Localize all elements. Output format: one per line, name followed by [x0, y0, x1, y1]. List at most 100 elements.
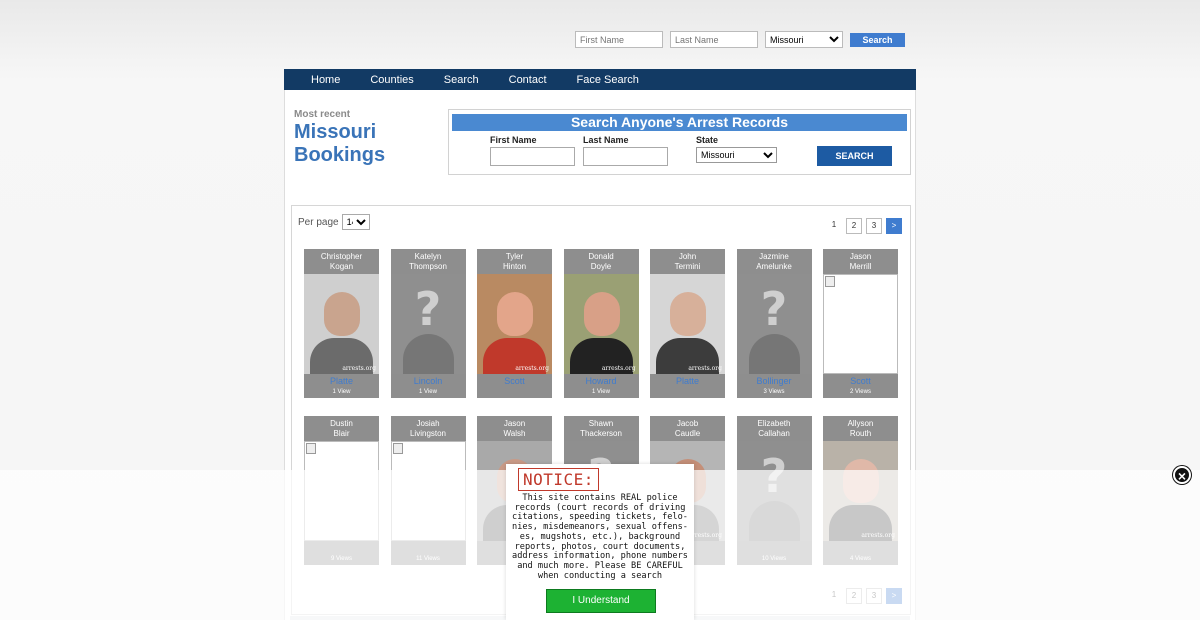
view-count: 1 View [419, 389, 437, 395]
card-name[interactable]: Allyson Routh [823, 416, 898, 441]
broken-image-icon [825, 276, 835, 287]
watermark: arrests.org [515, 365, 549, 372]
page-title: Missouri Bookings [294, 121, 386, 166]
page-1[interactable]: 1 [826, 218, 842, 234]
first-name: Jason [503, 419, 526, 428]
card-name[interactable]: Jacob Caudle [650, 416, 725, 441]
last-name: Walsh [503, 428, 526, 438]
notice-dialog: NOTICE: This site contains REAL police r… [506, 464, 694, 620]
page-2[interactable]: 2 [846, 218, 862, 234]
broken-image[interactable] [823, 274, 898, 374]
watermark: arrests.org [601, 365, 636, 372]
booking-card[interactable]: Christopher Kogan arrests.org Platte 1 View [304, 249, 379, 398]
first-name: Jazmine [759, 252, 789, 261]
county-link[interactable]: Platte [650, 374, 725, 388]
top-last-name-input[interactable] [670, 31, 758, 48]
view-count: 1 View [332, 389, 351, 395]
first-name-input[interactable] [490, 147, 575, 166]
card-name[interactable]: Elizabeth Callahan [737, 416, 812, 441]
card-name[interactable]: Jason Merrill [823, 249, 898, 274]
county-link[interactable]: Lincoln [391, 374, 466, 388]
card-name[interactable]: John Termini [650, 249, 725, 274]
last-name: Merrill [849, 261, 872, 271]
mugshot-head [324, 292, 360, 336]
question-mark-icon: ? [760, 282, 788, 336]
booking-card[interactable]: Katelyn Thompson? Lincoln 1 View [390, 249, 466, 398]
page-next[interactable]: > [886, 218, 902, 234]
last-name: Termini [674, 261, 701, 271]
county-link[interactable]: Howard [564, 374, 639, 388]
county-link[interactable]: Bollinger [737, 374, 812, 388]
first-name: Josiah [416, 419, 440, 428]
card-name[interactable]: Christopher Kogan [304, 249, 379, 274]
card-name[interactable]: Tyler Hinton [477, 249, 552, 274]
nav-home[interactable]: Home [311, 74, 340, 86]
close-icon[interactable]: × [1173, 466, 1191, 484]
nav-counties[interactable]: Counties [370, 74, 413, 86]
silhouette-icon [748, 334, 800, 374]
top-state-select[interactable]: Missouri [765, 31, 843, 48]
mugshot-photo[interactable]: arrests.org [477, 274, 552, 374]
first-name: Allyson [847, 419, 874, 428]
card-name[interactable]: Donald Doyle [564, 249, 639, 274]
search-form-heading: Search Anyone's Arrest Records [452, 114, 907, 131]
watermark: arrests.org [342, 365, 376, 372]
mugshot-photo[interactable]: arrests.org [563, 274, 639, 374]
first-name: Dustin [330, 419, 353, 428]
last-name: Blair [333, 428, 350, 438]
first-name: Jason [849, 252, 872, 261]
broken-image-icon [306, 443, 316, 454]
card-name[interactable]: Josiah Livingston [391, 416, 466, 441]
last-name: Thackerson [580, 428, 622, 438]
booking-card[interactable]: Jazmine Amelunke? Bollinger 3 Views [736, 249, 812, 398]
nav-contact[interactable]: Contact [509, 74, 547, 86]
county-link[interactable]: Scott [823, 374, 898, 388]
booking-card[interactable]: Donald Doyle arrests.org Howard 1 View [563, 249, 639, 398]
view-count: 1 View [592, 389, 610, 395]
mugshot-photo[interactable]: arrests.org [650, 274, 725, 374]
top-search-button[interactable]: Search [850, 32, 905, 47]
nav-search[interactable]: Search [444, 74, 479, 86]
placeholder-photo[interactable]: ? [390, 274, 466, 374]
main-nav: Home Counties Search Contact Face Search [284, 69, 916, 90]
silhouette-icon [402, 334, 454, 374]
first-name: Katelyn [414, 252, 442, 261]
card-name[interactable]: Dustin Blair [304, 416, 379, 441]
view-count: 3 Views [763, 389, 785, 395]
i-understand-button[interactable]: I Understand [546, 589, 656, 613]
last-name: Hinton [502, 261, 527, 271]
booking-card[interactable]: John Termini arrests.org Platte [650, 249, 725, 398]
last-name-input[interactable] [583, 147, 668, 166]
per-page-label: Per page [298, 216, 339, 228]
top-search-bar: Missouri Search [575, 31, 905, 48]
search-button[interactable]: SEARCH [817, 146, 892, 166]
card-name[interactable]: Katelyn Thompson [391, 249, 466, 274]
per-page-control: Per page 14 [298, 214, 370, 230]
card-name[interactable]: Jason Walsh [477, 416, 552, 441]
first-name: Christopher [320, 252, 363, 261]
booking-card[interactable]: Tyler Hinton arrests.org Scott [477, 249, 552, 398]
notice-title: NOTICE: [518, 468, 599, 491]
broken-image-icon [392, 443, 403, 454]
card-name[interactable]: Shawn Thackerson [564, 416, 639, 441]
county-link[interactable]: Platte [304, 374, 379, 388]
state-select[interactable]: Missouri [696, 147, 777, 163]
mugshot-photo[interactable]: arrests.org [304, 274, 379, 374]
card-name[interactable]: Jazmine Amelunke [737, 249, 812, 274]
watermark: arrests.org [688, 365, 722, 372]
top-first-name-input[interactable] [575, 31, 663, 48]
view-count: 2 Views [850, 389, 871, 395]
booking-card[interactable]: Jason Merrill Scott 2 Views [823, 249, 898, 398]
county-link[interactable]: Scott [477, 374, 552, 388]
mugshot-head [670, 292, 706, 336]
page-3[interactable]: 3 [866, 218, 882, 234]
per-page-select[interactable]: 14 [341, 214, 370, 230]
last-name: Callahan [758, 428, 790, 438]
last-name: Amelunke [756, 261, 792, 271]
mugshot-head [583, 292, 620, 336]
last-name: Thompson [409, 261, 447, 271]
placeholder-photo[interactable]: ? [736, 274, 812, 374]
last-name: Doyle [590, 261, 612, 271]
nav-face-search[interactable]: Face Search [577, 74, 639, 86]
last-name: Livingston [409, 428, 447, 438]
